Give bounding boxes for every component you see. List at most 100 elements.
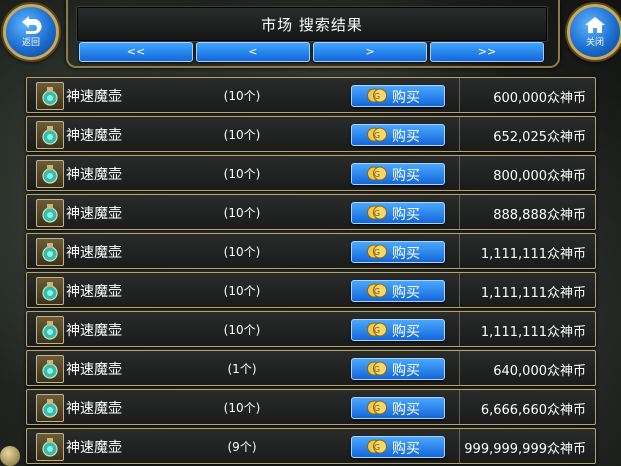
buy-button-label: 购买 bbox=[392, 246, 420, 262]
svg-text:G: G bbox=[374, 326, 380, 335]
list-item[interactable]: 神速魔壶 (10个) G 购买 600,000众神币 bbox=[26, 77, 596, 113]
buy-button[interactable]: G 购买 bbox=[351, 163, 445, 185]
item-price: 1,111,111众神币 bbox=[480, 247, 586, 262]
magic-pot-icon bbox=[36, 82, 64, 110]
buy-button-label: 购买 bbox=[392, 285, 420, 301]
item-quantity: (10个) bbox=[223, 323, 261, 337]
buy-button-label: 购买 bbox=[392, 324, 420, 340]
magic-pot-icon bbox=[36, 238, 64, 266]
price-cell: 800,000众神币 bbox=[459, 156, 595, 190]
svg-text:G: G bbox=[374, 248, 380, 257]
svg-text:G: G bbox=[374, 92, 380, 101]
list-item[interactable]: 神速魔壶 (10个) G 购买 6,666,660众神币 bbox=[26, 389, 596, 425]
list-item[interactable]: 神速魔壶 (1个) G 购买 640,000众神币 bbox=[26, 350, 596, 386]
back-button-label: 返回 bbox=[21, 38, 40, 48]
svg-text:G: G bbox=[374, 131, 380, 140]
item-quantity: (10个) bbox=[223, 89, 261, 103]
item-quantity: (9个) bbox=[227, 440, 257, 454]
list-item[interactable]: 神速魔壶 (10个) G 购买 1,111,111众神币 bbox=[26, 233, 596, 269]
list-item[interactable]: 神速魔壶 (9个) G 购买 999,999,999众神币 bbox=[26, 428, 596, 464]
close-button[interactable]: 关闭 bbox=[567, 4, 621, 60]
coin-icon: G bbox=[367, 88, 387, 103]
search-results-list: 神速魔壶 (10个) G 购买 600,000众神币 神速魔壶 (10个) G … bbox=[26, 77, 596, 466]
buy-button-label: 购买 bbox=[392, 90, 420, 106]
item-price: 640,000众神币 bbox=[493, 364, 586, 379]
item-price: 652,025众神币 bbox=[493, 130, 586, 145]
item-quantity: (10个) bbox=[223, 128, 261, 142]
magic-pot-icon bbox=[36, 277, 64, 305]
close-button-label: 关闭 bbox=[585, 38, 604, 48]
prev-page-button[interactable]: < bbox=[196, 42, 310, 62]
item-price: 800,000众神币 bbox=[493, 169, 586, 184]
price-cell: 600,000众神币 bbox=[459, 78, 595, 112]
item-price: 1,111,111众神币 bbox=[480, 286, 586, 301]
list-item[interactable]: 神速魔壶 (10个) G 购买 652,025众神币 bbox=[26, 116, 596, 152]
svg-text:G: G bbox=[374, 209, 380, 218]
coin-icon: G bbox=[367, 400, 387, 415]
coin-icon: G bbox=[367, 244, 387, 259]
item-name: 神速魔壶 bbox=[66, 167, 122, 183]
price-cell: 888,888众神币 bbox=[459, 195, 595, 229]
item-name: 神速魔壶 bbox=[66, 89, 122, 105]
buy-button-label: 购买 bbox=[392, 402, 420, 418]
buy-button[interactable]: G 购买 bbox=[351, 124, 445, 146]
list-item[interactable]: 神速魔壶 (10个) G 购买 1,111,111众神币 bbox=[26, 311, 596, 347]
item-quantity: (1个) bbox=[227, 362, 257, 376]
price-cell: 6,666,660众神币 bbox=[459, 390, 595, 424]
buy-button[interactable]: G 购买 bbox=[351, 358, 445, 380]
item-name: 神速魔壶 bbox=[66, 362, 122, 378]
item-price: 6,666,660众神币 bbox=[480, 403, 586, 418]
price-cell: 1,111,111众神币 bbox=[459, 273, 595, 307]
buy-button-label: 购买 bbox=[392, 129, 420, 145]
item-name: 神速魔壶 bbox=[66, 206, 122, 222]
item-name: 神速魔壶 bbox=[66, 245, 122, 261]
home-icon bbox=[585, 17, 605, 33]
item-price: 999,999,999众神币 bbox=[464, 442, 586, 457]
price-cell: 652,025众神币 bbox=[459, 117, 595, 151]
magic-pot-icon bbox=[36, 355, 64, 383]
coin-icon: G bbox=[367, 127, 387, 142]
item-name: 神速魔壶 bbox=[66, 323, 122, 339]
coin-icon: G bbox=[367, 361, 387, 376]
buy-button-label: 购买 bbox=[392, 207, 420, 223]
next-page-button[interactable]: > bbox=[313, 42, 427, 62]
back-button[interactable]: 返回 bbox=[3, 4, 59, 60]
magic-pot-icon bbox=[36, 160, 64, 188]
item-name: 神速魔壶 bbox=[66, 128, 122, 144]
pagination: << < > >> bbox=[79, 42, 544, 62]
list-item[interactable]: 神速魔壶 (10个) G 购买 888,888众神币 bbox=[26, 194, 596, 230]
item-quantity: (10个) bbox=[223, 206, 261, 220]
item-name: 神速魔壶 bbox=[66, 401, 122, 417]
price-cell: 999,999,999众神币 bbox=[459, 429, 595, 463]
magic-pot-icon bbox=[36, 316, 64, 344]
svg-text:G: G bbox=[374, 365, 380, 374]
coin-icon: G bbox=[367, 166, 387, 181]
magic-pot-icon bbox=[36, 121, 64, 149]
item-name: 神速魔壶 bbox=[66, 284, 122, 300]
back-arrow-icon bbox=[22, 16, 42, 34]
buy-button-label: 购买 bbox=[392, 168, 420, 184]
item-quantity: (10个) bbox=[223, 284, 261, 298]
item-price: 600,000众神币 bbox=[493, 91, 586, 106]
list-item[interactable]: 神速魔壶 (10个) G 购买 800,000众神币 bbox=[26, 155, 596, 191]
last-page-button[interactable]: >> bbox=[430, 42, 544, 62]
buy-button[interactable]: G 购买 bbox=[351, 397, 445, 419]
buy-button[interactable]: G 购买 bbox=[351, 436, 445, 458]
list-item[interactable]: 神速魔壶 (10个) G 购买 1,111,111众神币 bbox=[26, 272, 596, 308]
magic-pot-icon bbox=[36, 199, 64, 227]
buy-button[interactable]: G 购买 bbox=[351, 202, 445, 224]
buy-button[interactable]: G 购买 bbox=[351, 85, 445, 107]
coin-icon: G bbox=[367, 439, 387, 454]
buy-button[interactable]: G 购买 bbox=[351, 319, 445, 341]
price-cell: 640,000众神币 bbox=[459, 351, 595, 385]
coin-icon: G bbox=[367, 205, 387, 220]
buy-button[interactable]: G 购买 bbox=[351, 241, 445, 263]
magic-pot-icon bbox=[36, 433, 64, 461]
first-page-button[interactable]: << bbox=[79, 42, 193, 62]
svg-text:G: G bbox=[374, 170, 380, 179]
buy-button[interactable]: G 购买 bbox=[351, 280, 445, 302]
item-price: 888,888众神币 bbox=[493, 208, 586, 223]
item-name: 神速魔壶 bbox=[66, 440, 122, 456]
item-quantity: (10个) bbox=[223, 401, 261, 415]
coin-icon: G bbox=[367, 322, 387, 337]
